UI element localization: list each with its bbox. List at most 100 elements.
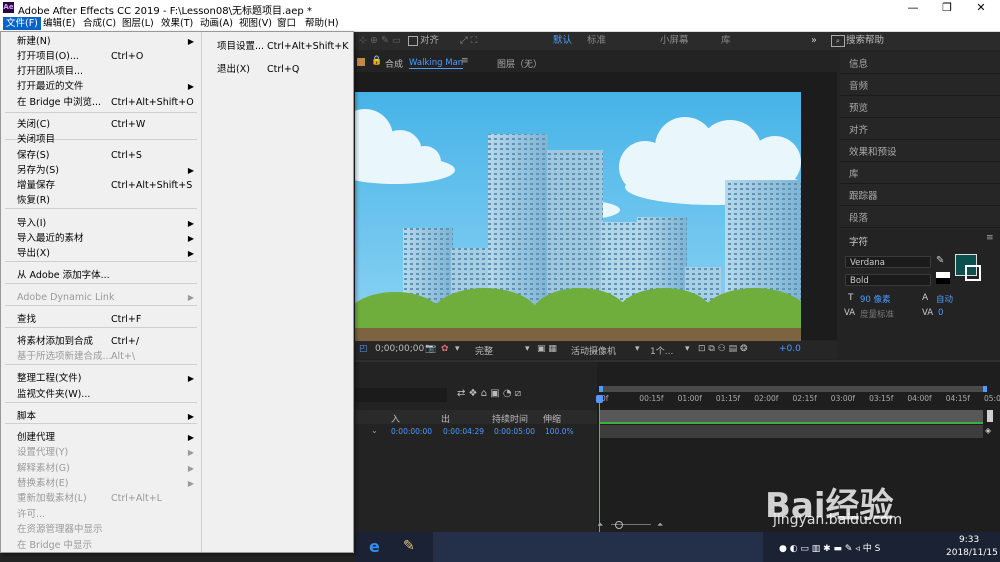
- clock-time[interactable]: 9:33: [959, 535, 979, 545]
- views-dropdown-icon[interactable]: ▾: [685, 344, 690, 354]
- file-menu-item[interactable]: 导入最近的素材 ▶: [1, 231, 200, 246]
- maximize-button[interactable]: ❐: [930, 0, 964, 16]
- region-icon[interactable]: ◰: [359, 344, 368, 354]
- zoom-out-icon[interactable]: ⏶: [597, 520, 603, 530]
- timeline-switch-icons-icon[interactable]: ⇄ ❖ ⌂ ▣ ◔ ⧄: [457, 388, 521, 399]
- minimize-button[interactable]: —: [896, 0, 930, 16]
- timeline-search-input[interactable]: [355, 388, 447, 402]
- menubar-item-4[interactable]: 效果(T): [158, 17, 196, 30]
- file-menu-item[interactable]: 打开最近的文件 ▶: [1, 79, 200, 94]
- camera-dropdown-icon[interactable]: ▾: [635, 344, 640, 354]
- tracking-value[interactable]: 0: [938, 308, 943, 318]
- color-channel-icon[interactable]: ✿: [441, 344, 449, 354]
- layer-duration[interactable]: 0:00:05:00: [494, 427, 535, 436]
- composition-viewer[interactable]: [355, 72, 837, 341]
- black-white-swatch[interactable]: [936, 272, 950, 284]
- right-panel-item[interactable]: 段落: [849, 210, 868, 224]
- layer-stretch[interactable]: 100.0%: [545, 427, 574, 436]
- right-panel-item[interactable]: 跟踪器: [849, 188, 878, 202]
- close-button[interactable]: ✕: [964, 0, 998, 16]
- layer-tab[interactable]: 图层（无）: [497, 57, 542, 70]
- file-menu-item[interactable]: 监视文件夹(W)...: [1, 387, 200, 402]
- file-menu-item[interactable]: 保存(S) Ctrl+S: [1, 148, 200, 163]
- workspace-library[interactable]: 库: [721, 34, 731, 48]
- stroke-color-swatch[interactable]: [965, 265, 981, 281]
- right-panel-item[interactable]: 效果和预设: [849, 144, 897, 158]
- right-panel-item[interactable]: 对齐: [849, 122, 868, 136]
- file-menu-item[interactable]: 创建代理 ▶: [1, 430, 200, 445]
- file-menu-item[interactable]: 导出(X) ▶: [1, 246, 200, 261]
- comp-marker-icon[interactable]: ◈: [985, 426, 991, 435]
- time-ruler[interactable]: 0f 00:15f 01:00f 01:15f 02:00f 02:15f 03:00f 03…: [597, 394, 1000, 406]
- paint-app-icon[interactable]: ✎: [403, 538, 415, 554]
- file-menu-item[interactable]: 从 Adobe 添加字体...: [1, 268, 200, 283]
- resolution-dropdown-icon[interactable]: ▾: [525, 344, 530, 354]
- search-help-input[interactable]: 搜索帮助: [846, 34, 884, 48]
- file-menu-item[interactable]: 恢复(R): [1, 193, 200, 208]
- right-panel-item[interactable]: 信息: [849, 56, 868, 70]
- menubar-item-2[interactable]: 合成(C): [80, 17, 119, 30]
- menubar-item-3[interactable]: 图层(L): [119, 17, 157, 30]
- right-panel-item[interactable]: 库: [849, 166, 859, 180]
- work-area-end-handle[interactable]: [983, 386, 987, 392]
- file-menu-item[interactable]: 整理工程(文件) ▶: [1, 371, 200, 386]
- leading-value[interactable]: 自动: [936, 293, 953, 305]
- font-family-select[interactable]: Verdana: [845, 256, 931, 268]
- character-panel-menu-icon[interactable]: ≡: [986, 233, 994, 243]
- file-menu-item[interactable]: 关闭(C) Ctrl+W: [1, 117, 200, 132]
- workspace-default[interactable]: 默认: [553, 34, 572, 48]
- views-select[interactable]: 1个...: [650, 344, 673, 357]
- snapshot-icon[interactable]: 📷: [425, 344, 436, 354]
- layer-out-point[interactable]: 0:00:04:29: [443, 427, 484, 436]
- file-menu-item[interactable]: 增量保存 Ctrl+Alt+Shift+S: [1, 178, 200, 193]
- menubar-item-5[interactable]: 动画(A): [197, 17, 236, 30]
- tray-icons-icon[interactable]: ● ◐ ▭ ▥ ✱ ▬ ✎ ◃ 中 S: [779, 541, 880, 554]
- zoom-in-icon[interactable]: ⏶: [657, 520, 663, 530]
- work-area-bar[interactable]: [599, 386, 987, 392]
- file-menu-item[interactable]: 脚本 ▶: [1, 409, 200, 424]
- file-menu-item[interactable]: 新建(N) ▶: [1, 34, 200, 49]
- work-area-start-handle[interactable]: [599, 386, 603, 392]
- exposure-value[interactable]: +0.0: [779, 344, 801, 354]
- comp-tab-name[interactable]: Walking Man: [409, 58, 464, 69]
- file-menu-item[interactable]: 将素材添加到合成 Ctrl+/: [1, 334, 200, 349]
- kerning-value[interactable]: 度量标准: [860, 308, 894, 320]
- file-menu-item[interactable]: 打开项目(O)... Ctrl+O: [1, 49, 200, 64]
- align-checkbox[interactable]: [408, 36, 418, 46]
- more-workspaces-icon[interactable]: »: [811, 34, 817, 48]
- right-panel-item[interactable]: 音频: [849, 78, 868, 92]
- clock-date[interactable]: 2018/11/15: [946, 548, 998, 558]
- camera-select[interactable]: 活动摄像机: [571, 344, 616, 357]
- playhead-handle[interactable]: [596, 395, 603, 403]
- workspace-standard[interactable]: 标准: [587, 34, 606, 48]
- menubar-item-1[interactable]: 编辑(E): [40, 17, 78, 30]
- menubar-item-6[interactable]: 视图(V): [236, 17, 275, 30]
- resolution-select[interactable]: 完整: [475, 344, 493, 357]
- font-style-select[interactable]: Bold: [845, 274, 931, 286]
- comp-tab-label[interactable]: 合成: [385, 57, 403, 70]
- roi-icon[interactable]: ▣ ▦: [537, 344, 557, 354]
- zoom-slider-handle[interactable]: [615, 521, 623, 529]
- eyedropper-icon[interactable]: ✎: [936, 255, 944, 266]
- file-menu-item[interactable]: 另存为(S) ▶: [1, 163, 200, 178]
- row-dropdown-icon[interactable]: ⌄: [371, 426, 378, 435]
- workspace-small[interactable]: 小屏幕: [660, 34, 689, 48]
- toggle-icons-icon[interactable]: ⊡ ⧉ ⚇ ▤ ❂: [698, 344, 748, 354]
- file-menu-item[interactable]: 查找 Ctrl+F: [1, 312, 200, 327]
- menubar-item-0[interactable]: 文件(F): [3, 17, 41, 30]
- edge-browser-icon[interactable]: e: [369, 537, 380, 556]
- file-menu-item[interactable]: 在 Bridge 中浏览... Ctrl+Alt+Shift+O: [1, 95, 200, 110]
- timecode-display[interactable]: 0;00;00;00: [375, 344, 424, 354]
- layer-track-row[interactable]: [599, 425, 983, 438]
- menubar-item-7[interactable]: 窗口: [274, 17, 299, 30]
- file-menu-item[interactable]: 打开团队项目...: [1, 64, 200, 79]
- right-panel-item[interactable]: 预览: [849, 100, 868, 114]
- view-options-icon[interactable]: ▾: [455, 344, 460, 354]
- layer-in-point[interactable]: 0:00:00:00: [391, 427, 432, 436]
- panel-menu-icon[interactable]: ≡: [461, 56, 469, 66]
- font-size-value[interactable]: 90 像素: [860, 293, 891, 305]
- playhead[interactable]: [599, 396, 600, 532]
- file-menu-item[interactable]: 关闭项目: [1, 132, 200, 147]
- file-menu-item[interactable]: 导入(I) ▶: [1, 216, 200, 231]
- end-marker[interactable]: [987, 410, 993, 422]
